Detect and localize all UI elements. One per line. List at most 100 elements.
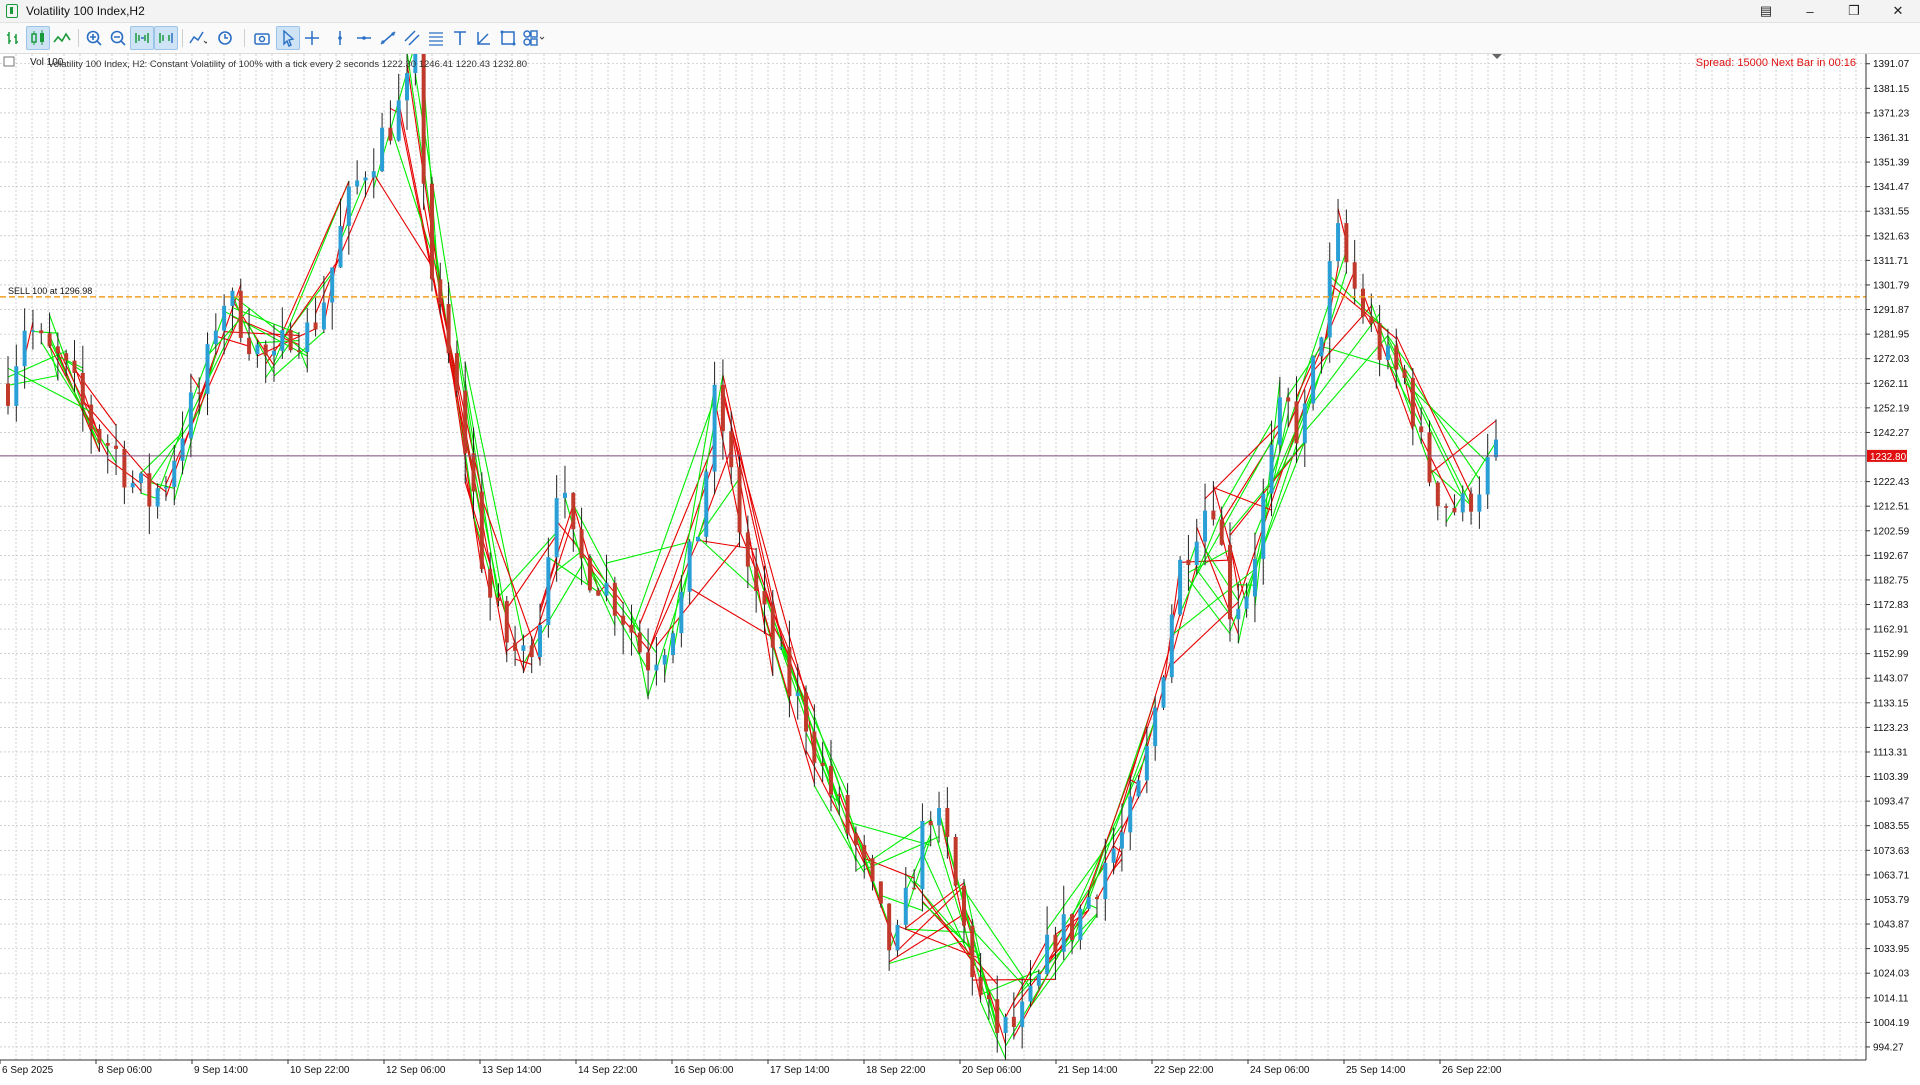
candlestick-icon[interactable]	[26, 26, 50, 50]
candle-body	[122, 448, 127, 488]
candle-body	[862, 845, 867, 859]
time-tick-label: 6 Sep 2025	[2, 1065, 54, 1076]
sell-order-label[interactable]: SELL 100 at 1296.98	[8, 286, 92, 296]
price-tick-label: 1152.99	[1873, 649, 1909, 660]
candle-body	[1494, 439, 1498, 458]
candle-body	[247, 337, 252, 355]
candle-body	[47, 333, 52, 347]
chart-canvas[interactable]: 1391.07 1381.15 1371.23 1361.31 1351.39 1341.…	[0, 28, 1920, 1080]
candle-body	[1086, 897, 1091, 909]
app-logo-icon	[6, 4, 18, 18]
candle-body	[1028, 985, 1033, 1002]
candle-body	[1435, 482, 1440, 507]
autoscroll-icon[interactable]	[154, 26, 178, 50]
candle-body	[1469, 493, 1474, 512]
candle-body	[479, 491, 484, 569]
rectangle-icon[interactable]	[496, 26, 520, 50]
vertical-line-icon[interactable]	[328, 26, 352, 50]
arrow-icon[interactable]	[472, 26, 496, 50]
candle-body	[222, 305, 227, 331]
candle-body	[1203, 510, 1208, 542]
candle-body	[205, 344, 210, 394]
candle-body	[654, 664, 659, 671]
candle-body	[737, 467, 742, 533]
zoom-out-icon[interactable]	[106, 26, 130, 50]
candle-body	[637, 632, 642, 653]
candle-body	[1236, 608, 1241, 620]
candle-body	[22, 330, 27, 367]
candle-body	[928, 820, 933, 826]
candle-body	[72, 360, 77, 373]
candle-body	[845, 794, 850, 834]
candle-body	[346, 186, 351, 226]
candle-body	[147, 473, 152, 507]
close-button[interactable]: ✕	[1876, 0, 1920, 22]
candle-body	[662, 655, 667, 665]
candle-body	[197, 392, 202, 394]
trendline-icon[interactable]	[376, 26, 400, 50]
time-tick-label: 21 Sep 14:00	[1058, 1065, 1118, 1076]
screenshot-icon[interactable]	[250, 26, 274, 50]
candle-body	[1460, 493, 1465, 513]
candle-body	[687, 541, 692, 592]
title-bar: Volatility 100 Index,H2 ▤ – ❐ ✕	[0, 0, 1920, 23]
zoom-in-icon[interactable]	[82, 26, 106, 50]
spread-info: Spread: 15000 Next Bar in 00:16	[1696, 57, 1856, 69]
crosshair-icon[interactable]	[300, 26, 324, 50]
time-tick-label: 22 Sep 22:00	[1154, 1065, 1214, 1076]
candle-body	[538, 624, 543, 658]
candle-body	[878, 881, 883, 904]
time-tick-label: 20 Sep 06:00	[962, 1065, 1022, 1076]
candle-body	[288, 330, 293, 351]
indicators-icon[interactable]	[186, 26, 210, 50]
candle-body	[1119, 832, 1124, 849]
candle-body	[1419, 426, 1424, 433]
text-icon[interactable]	[448, 26, 472, 50]
candle-body	[754, 566, 759, 591]
candle-body	[1053, 934, 1058, 952]
candle-body	[820, 762, 825, 766]
price-tick-label: 994.27	[1873, 1042, 1904, 1053]
candle-body	[1219, 519, 1224, 545]
candle-body	[579, 529, 584, 559]
candle-body	[1410, 377, 1415, 427]
shapes-icon[interactable]	[522, 26, 546, 50]
candle-body	[463, 390, 468, 454]
candle-body	[1070, 914, 1075, 940]
cursor-icon[interactable]	[276, 26, 300, 50]
timeframe-icon[interactable]	[214, 26, 238, 50]
candle-body	[488, 568, 493, 598]
candle-body	[1327, 261, 1332, 338]
candle-body	[895, 924, 900, 951]
restore-layout-icon[interactable]: ▤	[1744, 0, 1788, 22]
maximize-button[interactable]: ❐	[1832, 0, 1876, 22]
line-chart-icon[interactable]	[50, 26, 74, 50]
candle-body	[64, 353, 69, 361]
channel-icon[interactable]	[400, 26, 424, 50]
candle-body	[421, 51, 426, 184]
candle-body	[837, 794, 842, 796]
candle-body	[6, 383, 10, 406]
candle-body	[671, 633, 676, 656]
candle-body	[587, 558, 592, 591]
price-tick-label: 1341.47	[1873, 182, 1910, 193]
candle-body	[920, 820, 925, 890]
fibonacci-icon[interactable]	[424, 26, 448, 50]
time-tick-label: 17 Sep 14:00	[770, 1065, 830, 1076]
candle-body	[804, 692, 809, 732]
candle-body	[695, 536, 700, 542]
minimize-button[interactable]: –	[1788, 0, 1832, 22]
candle-body	[1061, 914, 1066, 952]
candle-body	[1352, 262, 1357, 289]
price-tick-label: 1311.71	[1873, 256, 1909, 267]
price-chart[interactable]: 1391.07 1381.15 1371.23 1361.31 1351.39 1341.…	[0, 28, 1920, 1080]
price-tick-label: 1281.95	[1873, 330, 1910, 341]
candle-body	[521, 645, 526, 651]
candle-body	[163, 486, 168, 489]
chart-shift-icon[interactable]	[130, 26, 154, 50]
candle-body	[1485, 457, 1490, 495]
candle-body	[1319, 337, 1324, 357]
candle-body	[945, 808, 950, 837]
bar-chart-icon[interactable]	[2, 26, 26, 50]
horizontal-line-icon[interactable]	[352, 26, 376, 50]
